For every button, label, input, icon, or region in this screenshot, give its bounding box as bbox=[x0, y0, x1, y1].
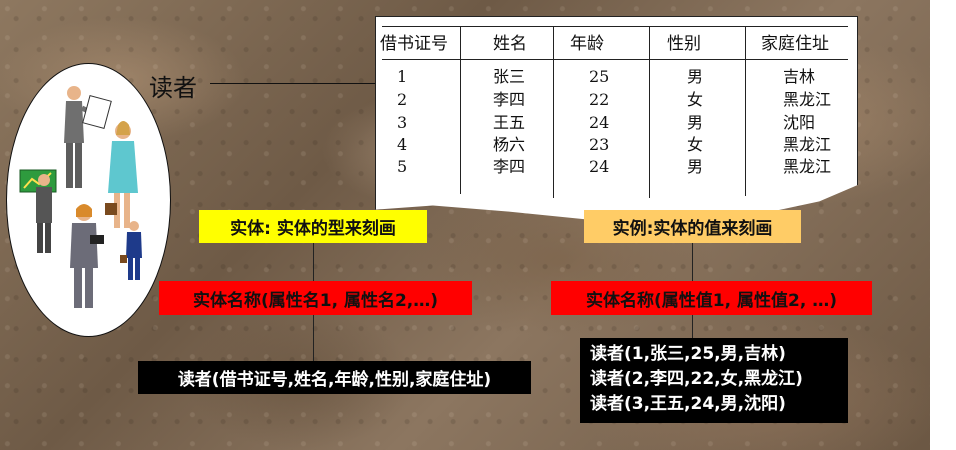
instance-example-line: 读者(1,张三,25,男,吉林) bbox=[590, 344, 786, 364]
table-cell: 男 bbox=[687, 113, 704, 132]
entity-connector-line bbox=[313, 315, 314, 361]
table-cell: 黑龙江 bbox=[783, 90, 832, 109]
instance-connector-line bbox=[692, 243, 693, 281]
man-with-paper-figure bbox=[64, 86, 112, 188]
instance-example-line: 读者(3,王五,24,男,沈阳) bbox=[590, 394, 786, 414]
table-cell: 23 bbox=[589, 135, 610, 154]
table-top-rule bbox=[382, 26, 848, 27]
table-cell: 黑龙江 bbox=[783, 157, 832, 176]
table-header-cell: 年龄 bbox=[570, 34, 604, 54]
table-cell: 24 bbox=[589, 113, 610, 132]
table-column-divider bbox=[553, 26, 554, 198]
table-cell: 25 bbox=[589, 67, 610, 86]
table-column-divider bbox=[649, 26, 650, 198]
table-header-cell: 借书证号 bbox=[380, 34, 448, 54]
table-cell: 2 bbox=[397, 90, 408, 109]
table-cell: 张三 bbox=[493, 67, 526, 86]
table-cell: 男 bbox=[687, 157, 704, 176]
table-header-cell: 家庭住址 bbox=[761, 34, 829, 54]
table-header-cell: 姓名 bbox=[493, 34, 527, 54]
instance-connector-line bbox=[692, 315, 693, 338]
table-cell: 黑龙江 bbox=[783, 135, 832, 154]
entity-label: 实体: 实体的型来刻画 bbox=[199, 210, 427, 243]
table-cell: 3 bbox=[397, 113, 408, 132]
instance-examples-box: 读者(1,张三,25,男,吉林) 读者(2,李四,22,女,黑龙江) 读者(3,… bbox=[580, 338, 848, 423]
table-cell: 杨六 bbox=[493, 135, 526, 154]
table-cell: 男 bbox=[687, 67, 704, 86]
table-column-divider bbox=[460, 26, 461, 194]
table-cell: 沈阳 bbox=[783, 113, 816, 132]
table-column-divider bbox=[745, 26, 746, 196]
right-margin bbox=[930, 0, 956, 450]
instance-example-line: 读者(2,李四,22,女,黑龙江) bbox=[590, 369, 803, 389]
woman-in-suit-figure bbox=[70, 204, 104, 308]
reader-label: 读者 bbox=[149, 74, 197, 102]
table-header-cell: 性别 bbox=[667, 34, 701, 54]
table-cell: 王五 bbox=[493, 113, 526, 132]
instance-label: 实例:实体的值来刻画 bbox=[584, 210, 801, 243]
table-cell: 女 bbox=[687, 90, 704, 109]
presenter-with-chart-figure bbox=[19, 169, 57, 253]
reader-connector-line bbox=[210, 83, 376, 84]
table-cell: 22 bbox=[589, 90, 610, 109]
table-cell: 李四 bbox=[493, 157, 526, 176]
table-cell: 24 bbox=[589, 157, 610, 176]
people-clipart bbox=[19, 86, 142, 308]
table-cell: 1 bbox=[397, 67, 408, 86]
table-cell: 吉林 bbox=[783, 67, 816, 86]
instance-format-box: 实体名称(属性值1, 属性值2, …) bbox=[551, 281, 872, 315]
man-in-blue-figure bbox=[120, 221, 142, 280]
entity-example-box: 读者(借书证号,姓名,年龄,性别,家庭住址) bbox=[138, 361, 531, 394]
entity-format-box: 实体名称(属性名1, 属性名2,…) bbox=[159, 281, 472, 315]
table-cell: 4 bbox=[397, 135, 408, 154]
table-cell: 女 bbox=[687, 135, 704, 154]
woman-in-teal-figure bbox=[105, 121, 138, 228]
table-cell: 李四 bbox=[493, 90, 526, 109]
entity-connector-line bbox=[313, 243, 314, 281]
table-header-rule bbox=[382, 59, 848, 60]
table-cell: 5 bbox=[397, 157, 408, 176]
